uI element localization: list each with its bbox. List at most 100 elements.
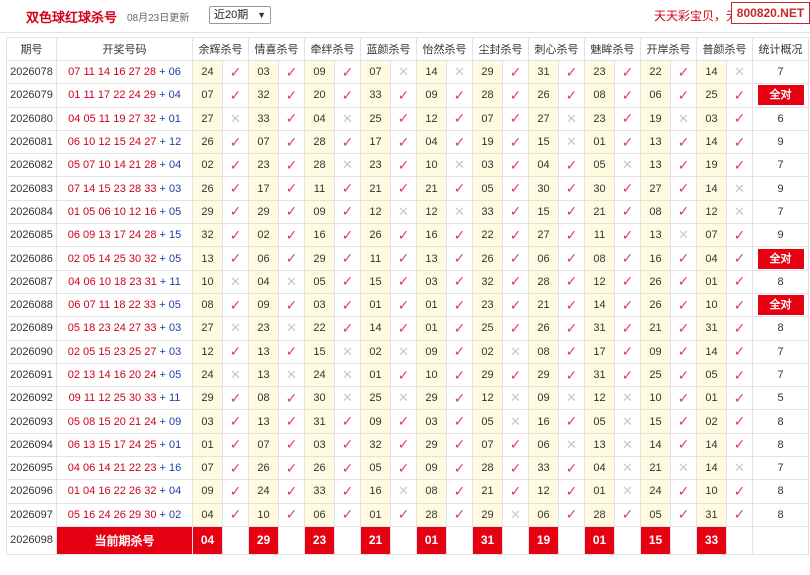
kill-value: 26 (472, 246, 503, 271)
result-mark-cell: ✓ (334, 502, 361, 527)
kill-value: 09 (304, 199, 335, 225)
kill-value: 05 (472, 409, 503, 434)
check-icon: ✓ (341, 133, 354, 150)
kill-value: 26 (528, 83, 559, 108)
kill-value: 33 (360, 83, 391, 108)
result-mark-cell: ✓ (222, 223, 249, 248)
plus-sign: + (156, 508, 169, 521)
kill-value: 29 (472, 59, 503, 85)
kill-value: 23 (584, 106, 615, 131)
kill-value: 07 (360, 59, 391, 85)
result-mark-cell: ✓ (334, 199, 361, 225)
check-icon: ✓ (285, 180, 298, 197)
result-mark-cell: ✓ (278, 153, 305, 178)
kill-value: 15 (640, 409, 671, 434)
check-icon: ✓ (453, 482, 466, 499)
kill-value: 01 (584, 479, 615, 504)
check-icon: ✓ (677, 482, 690, 499)
kill-value: 30 (528, 176, 559, 201)
table-row: 2026087 04 06 10 18 23 31 + 11 10 ✕ 04 ✕ 05 ✓ 15… (6, 269, 809, 294)
kill-value: 04 (584, 456, 615, 481)
kill-value: 29 (192, 199, 223, 225)
result-mark-cell: ✓ (446, 432, 473, 458)
stat-summary: 7 (752, 339, 809, 364)
kill-value: 14 (696, 176, 727, 201)
result-mark-cell: ✓ (614, 502, 641, 527)
red-balls: 04 05 11 19 27 32 (68, 112, 157, 125)
kill-value: 12 (360, 199, 391, 225)
kill-value: 13 (640, 129, 671, 155)
result-mark-cell: ✓ (446, 316, 473, 341)
column-header: 魅眸杀号 (584, 37, 641, 61)
draw-numbers: 07 14 15 23 28 33 + 03 (56, 176, 193, 201)
kill-value: 09 (304, 59, 335, 85)
cross-icon: ✕ (398, 483, 409, 499)
result-mark-cell: ✓ (334, 316, 361, 341)
kill-value: 10 (416, 153, 447, 178)
cross-icon: ✕ (454, 157, 465, 173)
kill-value: 29 (304, 246, 335, 271)
stat-summary: 7 (752, 456, 809, 481)
result-mark-cell: ✓ (558, 292, 585, 318)
kill-value: 23 (248, 153, 279, 178)
scrolling-notice: 天天彩宝贝，无 (654, 9, 739, 23)
stat-summary: 9 (752, 176, 809, 201)
result-mark-cell: ✓ (614, 223, 641, 248)
result-mark-cell: ✓ (222, 292, 249, 318)
kill-value: 01 (696, 269, 727, 294)
draw-numbers: 01 04 16 22 26 32 + 04 (56, 479, 193, 504)
draw-numbers: 06 13 15 17 24 25 + 01 (56, 432, 193, 458)
check-icon: ✓ (733, 482, 746, 499)
result-mark-cell: ✓ (222, 153, 249, 178)
kill-value: 16 (640, 246, 671, 271)
column-header: 尘封杀号 (472, 37, 529, 61)
kill-value: 23 (584, 59, 615, 85)
stat-summary: 全对 (752, 83, 809, 108)
check-icon: ✓ (509, 226, 522, 243)
check-icon: ✓ (733, 133, 746, 150)
check-icon: ✓ (677, 343, 690, 360)
kill-value: 10 (416, 362, 447, 388)
kill-value: 31 (584, 316, 615, 341)
check-icon: ✓ (677, 86, 690, 103)
result-mark-cell: ✓ (446, 409, 473, 434)
current-kill-label: 当前期杀号 (56, 525, 193, 555)
plus-sign: + (156, 112, 169, 125)
kill-value: 04 (192, 502, 223, 527)
result-mark-cell: ✓ (726, 129, 753, 155)
check-icon: ✓ (621, 366, 634, 383)
issue-number: 2026093 (6, 409, 57, 434)
result-mark-cell: ✓ (446, 339, 473, 364)
check-icon: ✓ (285, 389, 298, 406)
plus-sign: + (156, 229, 169, 242)
check-icon: ✓ (509, 273, 522, 290)
cross-icon: ✕ (734, 64, 745, 80)
kill-value: 24 (192, 362, 223, 388)
result-mark-cell: ✓ (334, 269, 361, 294)
table-row: 2026097 05 16 24 26 29 30 + 02 04 ✓ 10 ✓ 06 ✓ 01… (6, 502, 809, 527)
kill-value: 15 (360, 269, 391, 294)
result-mark-cell: ✓ (334, 292, 361, 318)
period-select[interactable]: 近20期 ▼ (209, 6, 271, 24)
issue-number: 2026085 (6, 223, 57, 248)
kill-value: 19 (640, 106, 671, 131)
result-mark-cell: ✓ (726, 246, 753, 271)
result-mark-cell: ✓ (558, 409, 585, 434)
check-icon: ✓ (341, 203, 354, 220)
empty-cell (726, 525, 753, 555)
plus-sign: + (156, 392, 169, 405)
result-mark-cell: ✓ (222, 432, 249, 458)
result-mark-cell: ✓ (614, 83, 641, 108)
check-icon: ✓ (565, 319, 578, 336)
kill-value: 07 (192, 83, 223, 108)
stat-summary: 8 (752, 502, 809, 527)
red-balls: 04 06 10 18 23 31 (68, 275, 157, 288)
draw-numbers: 02 05 15 23 25 27 + 03 (56, 339, 193, 364)
site-logo[interactable]: 800820.NET (731, 2, 810, 24)
kill-value: 09 (640, 339, 671, 364)
red-balls: 02 05 14 25 30 32 (67, 252, 157, 265)
draw-numbers: 05 18 23 24 27 33 + 03 (56, 316, 193, 341)
kill-value: 12 (416, 199, 447, 225)
result-mark-cell: ✓ (278, 386, 305, 411)
result-mark-cell: ✓ (334, 176, 361, 201)
